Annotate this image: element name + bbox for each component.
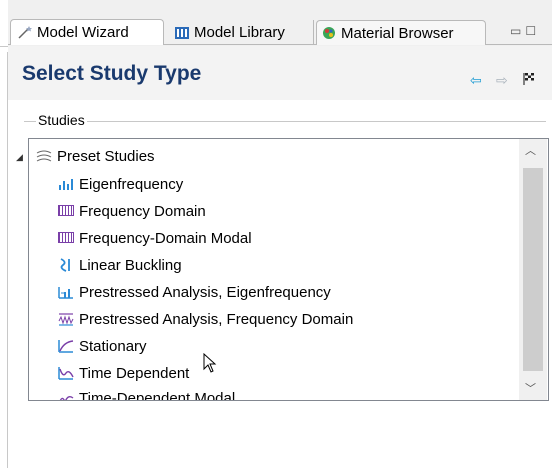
- frequency-domain-modal-icon: [58, 231, 74, 245]
- tab-model-wizard[interactable]: Model Wizard: [10, 19, 164, 45]
- tree-item-label: Eigenfrequency: [79, 175, 184, 193]
- scroll-up-icon[interactable]: ︿: [525, 142, 536, 158]
- tree-item-prestressed-frequency-domain[interactable]: Prestressed Analysis, Frequency Domain: [58, 307, 353, 331]
- stationary-icon: [58, 339, 74, 353]
- tab-label: Model Library: [194, 24, 285, 41]
- prestressed-eigen-icon: [58, 285, 74, 299]
- tree-item-label: Prestressed Analysis, Frequency Domain: [79, 310, 354, 328]
- finish-flag-icon[interactable]: [522, 72, 536, 89]
- preset-studies-icon: [36, 149, 52, 163]
- mouse-cursor-icon: [203, 352, 217, 378]
- prestressed-frequency-icon: [58, 312, 74, 326]
- tree-item-label: Stationary: [79, 337, 147, 355]
- tree-item-stationary[interactable]: Stationary: [58, 334, 147, 358]
- arrow-right-icon[interactable]: ⇨: [496, 72, 508, 89]
- tree-item-label: Frequency Domain: [79, 202, 206, 220]
- tree-item-prestressed-eigenfrequency[interactable]: Prestressed Analysis, Eigenfrequency: [58, 280, 331, 304]
- material-icon: [321, 26, 337, 40]
- left-panel-border: [7, 52, 8, 468]
- maximize-icon[interactable]: ☐: [525, 24, 540, 38]
- time-dependent-modal-icon: [58, 392, 74, 400]
- tab-label: Model Wizard: [37, 24, 129, 41]
- tree-item-frequency-domain[interactable]: Frequency Domain: [58, 199, 206, 223]
- tree-item-eigenfrequency[interactable]: Eigenfrequency: [58, 172, 183, 196]
- tree-item-frequency-domain-modal[interactable]: Frequency-Domain Modal: [58, 226, 252, 250]
- scrollbar-thumb[interactable]: [523, 168, 543, 371]
- tree-item-time-dependent-modal[interactable]: Time-Dependent Modal: [58, 387, 235, 400]
- tree-item-label: Preset Studies: [57, 147, 155, 165]
- view-controls[interactable]: ▭☐: [510, 24, 540, 38]
- collapse-triangle-icon[interactable]: ◢: [16, 152, 23, 163]
- tab-model-library[interactable]: Model Library: [166, 20, 314, 45]
- page-title: Select Study Type: [22, 62, 202, 85]
- tab-label: Material Browser: [341, 24, 454, 42]
- scroll-down-icon[interactable]: ﹀: [525, 380, 536, 396]
- tree-item-label: Linear Buckling: [79, 256, 182, 274]
- eigenfrequency-icon: [58, 177, 74, 191]
- tree-item-label: Time Dependent: [79, 364, 190, 382]
- studies-group-rule: [24, 121, 546, 122]
- linear-buckling-icon: [58, 258, 74, 272]
- tree-item-time-dependent[interactable]: Time Dependent: [58, 361, 189, 385]
- minimize-icon[interactable]: ▭: [510, 24, 525, 38]
- arrow-left-icon[interactable]: ⇦: [470, 72, 482, 89]
- left-panel-divider: [0, 46, 8, 47]
- tab-material-browser[interactable]: Material Browser: [316, 20, 486, 45]
- tree-item-label: Prestressed Analysis, Eigenfrequency: [79, 283, 331, 301]
- studies-group-label: Studies: [36, 112, 87, 128]
- library-icon: [174, 26, 190, 40]
- wizard-icon: [17, 25, 33, 40]
- frequency-domain-icon: [58, 204, 74, 218]
- tree-item-label: Frequency-Domain Modal: [79, 229, 252, 247]
- tree-item-linear-buckling[interactable]: Linear Buckling: [58, 253, 182, 277]
- time-dependent-icon: [58, 366, 74, 380]
- tree-root-preset-studies[interactable]: Preset Studies: [36, 144, 155, 168]
- tree-item-label: Time-Dependent Modal: [79, 390, 236, 400]
